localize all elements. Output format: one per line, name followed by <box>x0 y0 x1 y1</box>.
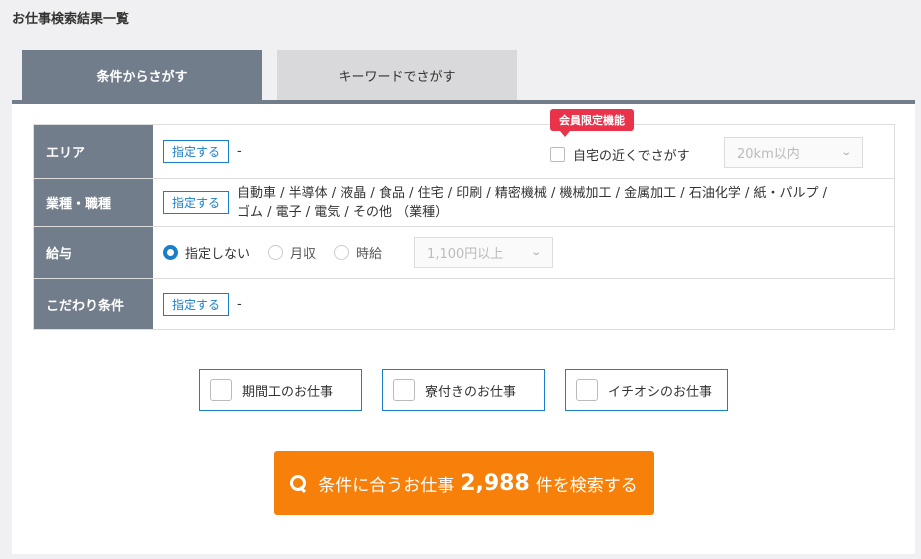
salary-hourly-label: 時給 <box>356 247 383 262</box>
option-seasonal-jobs[interactable]: 期間工のお仕事 <box>199 369 362 411</box>
salary-none-label: 指定しない <box>185 247 251 262</box>
special-row: こだわり条件 指定する - <box>34 279 894 329</box>
near-home-checkbox[interactable]: 自宅の近くでさがす <box>550 145 690 164</box>
checkbox-icon[interactable] <box>576 379 598 401</box>
search-prefix: 条件に合うお仕事 <box>318 475 455 496</box>
option-label: 期間工のお仕事 <box>242 384 334 400</box>
special-value: - <box>237 296 242 312</box>
area-row: エリア 指定する - 会員限定機能 自宅の近くでさがす 20km以内 ⌄ <box>34 109 894 179</box>
salary-radio-monthly[interactable]: 月収 <box>268 243 316 262</box>
industry-label: 業種・職種 <box>34 179 153 226</box>
page-title: お仕事検索結果一覧 <box>12 12 130 27</box>
tab-conditions[interactable]: 条件からさがす <box>22 50 262 100</box>
checkbox-icon[interactable] <box>210 379 232 401</box>
search-suffix: 件を検索する <box>535 475 638 496</box>
conditions-table: エリア 指定する - 会員限定機能 自宅の近くでさがす 20km以内 ⌄ 業種・… <box>33 109 895 330</box>
members-only-badge: 会員限定機能 <box>550 109 634 137</box>
near-home-label: 自宅の近くでさがす <box>573 149 690 164</box>
search-panel: エリア 指定する - 会員限定機能 自宅の近くでさがす 20km以内 ⌄ 業種・… <box>12 104 915 554</box>
salary-radio-none[interactable]: 指定しない <box>163 243 250 262</box>
salary-radio-hourly[interactable]: 時給 <box>334 243 382 262</box>
chevron-down-icon: ⌄ <box>529 247 542 258</box>
checkbox-icon[interactable] <box>550 147 565 162</box>
radio-icon[interactable] <box>334 245 350 260</box>
radio-selected-icon[interactable] <box>163 245 178 260</box>
option-label: 寮付きのお仕事 <box>425 384 517 400</box>
salary-row: 給与 指定しない 月収 時給 1,100円以上 ⌄ <box>34 227 894 279</box>
special-label: こだわり条件 <box>34 279 153 329</box>
search-icon <box>290 475 307 491</box>
distance-select-value: 20km以内 <box>737 147 800 162</box>
industry-value-line1: 自動車 / 半導体 / 液晶 / 食品 / 住宅 / 印刷 / 精密機械 / 機… <box>237 185 827 201</box>
salary-amount-select[interactable]: 1,100円以上 ⌄ <box>414 237 554 268</box>
salary-monthly-label: 月収 <box>290 247 317 262</box>
search-button[interactable]: 条件に合うお仕事 2,988 件を検索する <box>274 451 654 515</box>
option-featured-jobs[interactable]: イチオシのお仕事 <box>565 369 728 411</box>
distance-select[interactable]: 20km以内 ⌄ <box>724 137 863 168</box>
search-count: 2,988 <box>460 470 530 496</box>
option-label: イチオシのお仕事 <box>608 384 713 400</box>
salary-label: 給与 <box>34 227 153 278</box>
industry-value: 自動車 / 半導体 / 液晶 / 食品 / 住宅 / 印刷 / 精密機械 / 機… <box>237 184 827 222</box>
option-dorm-jobs[interactable]: 寮付きのお仕事 <box>382 369 545 411</box>
tab-keyword[interactable]: キーワードでさがす <box>277 50 517 100</box>
industry-specify-button[interactable]: 指定する <box>163 191 230 214</box>
industry-value-line2: ゴム / 電子 / 電気 / その他 （業種） <box>237 204 449 220</box>
special-specify-button[interactable]: 指定する <box>163 292 230 316</box>
checkbox-icon[interactable] <box>393 379 415 401</box>
industry-row: 業種・職種 指定する 自動車 / 半導体 / 液晶 / 食品 / 住宅 / 印刷… <box>34 179 894 227</box>
salary-amount-value: 1,100円以上 <box>427 247 504 262</box>
area-label: エリア <box>34 125 153 178</box>
area-value: - <box>237 144 242 159</box>
radio-icon[interactable] <box>268 245 284 260</box>
chevron-down-icon: ⌄ <box>839 147 852 158</box>
area-specify-button[interactable]: 指定する <box>163 140 230 163</box>
